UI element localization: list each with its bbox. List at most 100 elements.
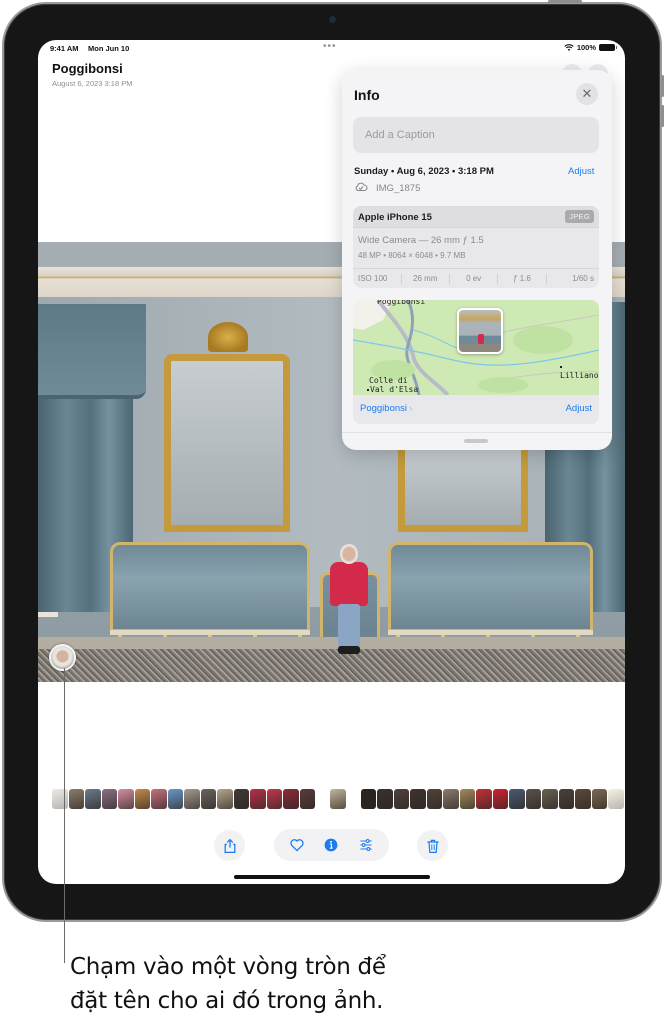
photo-person-shoes: [338, 646, 360, 654]
map-town-marker: [560, 365, 562, 368]
map-photo-pin[interactable]: [457, 308, 503, 354]
location-link[interactable]: Poggibonsi ›: [360, 403, 412, 414]
info-title: Info: [354, 87, 380, 103]
filmstrip-thumbnail[interactable]: [101, 789, 117, 809]
filmstrip-thumbnail[interactable]: [52, 789, 68, 809]
filmstrip-thumbnail[interactable]: [184, 789, 200, 809]
filmstrip-thumbnail[interactable]: [299, 789, 315, 809]
map-town-marker: [367, 388, 369, 391]
filmstrip-thumbnail[interactable]: [250, 789, 266, 809]
status-bar: 9:41 AM Mon Jun 10 ••• 100%: [38, 40, 625, 58]
photo-sofa-right: [388, 542, 593, 632]
filmstrip-thumbnail[interactable]: [330, 789, 346, 809]
favorite-button[interactable]: [289, 837, 305, 853]
share-icon: [224, 838, 235, 853]
info-icon: [325, 838, 338, 852]
location-name: Poggibonsi: [360, 403, 408, 414]
screen: 9:41 AM Mon Jun 10 ••• 100% Poggibonsi A…: [38, 40, 625, 884]
multitasking-dots[interactable]: •••: [323, 41, 337, 52]
filmstrip-thumbnail[interactable]: [410, 789, 426, 809]
filmstrip-thumbnail[interactable]: [608, 789, 624, 809]
filmstrip-thumbnail[interactable]: [542, 789, 558, 809]
map-label-poggibonsi: Poggibonsi: [377, 300, 426, 306]
panel-divider: [342, 432, 612, 433]
filmstrip-thumbnail[interactable]: [509, 789, 525, 809]
filmstrip-thumbnail[interactable]: [167, 789, 183, 809]
camera-card-header: Apple iPhone 15 JPEG: [353, 206, 599, 228]
filmstrip-thumbnail[interactable]: [591, 789, 607, 809]
info-button[interactable]: [323, 837, 339, 853]
filmstrip-thumbnail[interactable]: [558, 789, 574, 809]
map-label-val-delsa-text: Val d'Elsa: [370, 385, 419, 394]
filmstrip-thumbnail[interactable]: [525, 789, 541, 809]
trash-icon: [426, 839, 439, 853]
filmstrip-thumbnail[interactable]: [217, 789, 233, 809]
filmstrip-thumbnail[interactable]: [476, 789, 492, 809]
photo-actions-group: [274, 829, 389, 861]
filmstrip-thumbnail[interactable]: [68, 789, 84, 809]
status-time: 9:41 AM: [50, 44, 79, 53]
filmstrip-gap: [316, 789, 330, 811]
wifi-icon: [564, 43, 574, 51]
filmstrip-thumbnail[interactable]: [393, 789, 409, 809]
map-label-lilliano-text: Lilliano: [560, 371, 599, 380]
callout-caption: Chạm vào một vòng tròn để đặt tên cho ai…: [70, 950, 386, 1018]
close-icon: ✕: [581, 86, 593, 101]
location-map-card: Poggibonsi Colle di Val d'Elsa Lilliano …: [353, 300, 599, 424]
front-camera: [330, 17, 335, 22]
filmstrip-thumbnail[interactable]: [200, 789, 216, 809]
filmstrip-thumbnail[interactable]: [233, 789, 249, 809]
photo-sofa-left: [110, 542, 310, 632]
callout-line-2: đặt tên cho ai đó trong ảnh.: [70, 988, 384, 1014]
info-panel: Info ✕ Sunday • Aug 6, 2023 • 3:18 PM Ad…: [342, 70, 612, 450]
filmstrip-thumbnail[interactable]: [426, 789, 442, 809]
map-label-lilliano: Lilliano: [560, 362, 599, 380]
photo-person-legs: [338, 604, 360, 649]
close-button[interactable]: ✕: [576, 83, 598, 105]
exif-exposure-value: 0 ev: [450, 273, 499, 284]
filmstrip-thumbnail[interactable]: [151, 789, 167, 809]
filmstrip-thumbnail[interactable]: [360, 789, 376, 809]
filmstrip-thumbnail[interactable]: [443, 789, 459, 809]
photo-mirror-right: [398, 442, 528, 532]
filmstrip-thumbnail[interactable]: [492, 789, 508, 809]
filmstrip-gap: [347, 789, 361, 811]
camera-model: Apple iPhone 15: [358, 212, 432, 223]
adjust-date-button[interactable]: Adjust: [568, 166, 594, 177]
filmstrip-thumbnail[interactable]: [459, 789, 475, 809]
filmstrip[interactable]: [52, 789, 624, 811]
person-face-circle[interactable]: [49, 644, 76, 671]
adjust-location-button[interactable]: Adjust: [566, 403, 592, 414]
location-map[interactable]: Poggibonsi Colle di Val d'Elsa Lilliano: [353, 300, 599, 395]
panel-drag-handle[interactable]: [464, 439, 488, 443]
filmstrip-thumbnail[interactable]: [85, 789, 101, 809]
volume-down-button: [661, 105, 664, 127]
delete-button[interactable]: [417, 830, 448, 861]
filmstrip-thumbnail[interactable]: [283, 789, 299, 809]
filmstrip-thumbnail[interactable]: [575, 789, 591, 809]
filmstrip-thumbnail[interactable]: [377, 789, 393, 809]
file-name: IMG_1875: [376, 183, 421, 194]
status-indicators: 100%: [564, 43, 617, 52]
format-badge: JPEG: [565, 210, 594, 223]
battery-icon: [599, 44, 617, 51]
map-photo-person: [478, 334, 484, 344]
photo-title: Poggibonsi: [52, 61, 123, 76]
home-indicator[interactable]: [234, 875, 430, 879]
volume-up-button: [661, 75, 664, 97]
edit-button[interactable]: [358, 837, 374, 853]
photo-floor-band: [38, 637, 625, 649]
filmstrip-thumbnail[interactable]: [266, 789, 282, 809]
exif-row: ISO 100 26 mm 0 ev ƒ 1.6 1/60 s: [353, 268, 599, 288]
adjust-sliders-icon: [360, 839, 372, 851]
camera-details-card: Apple iPhone 15 JPEG Wide Camera — 26 mm…: [353, 206, 599, 288]
photo-valance: [38, 304, 146, 399]
exif-focal-length: 26 mm: [402, 273, 450, 284]
share-button[interactable]: [214, 830, 245, 861]
filmstrip-thumbnail[interactable]: [134, 789, 150, 809]
photo-mirror-left: [164, 354, 290, 532]
filmstrip-thumbnail[interactable]: [118, 789, 134, 809]
file-details: 48 MP • 8064 × 6048 • 9.7 MB: [358, 251, 466, 260]
chevron-right-icon: ›: [409, 403, 413, 414]
caption-input[interactable]: [353, 117, 599, 153]
